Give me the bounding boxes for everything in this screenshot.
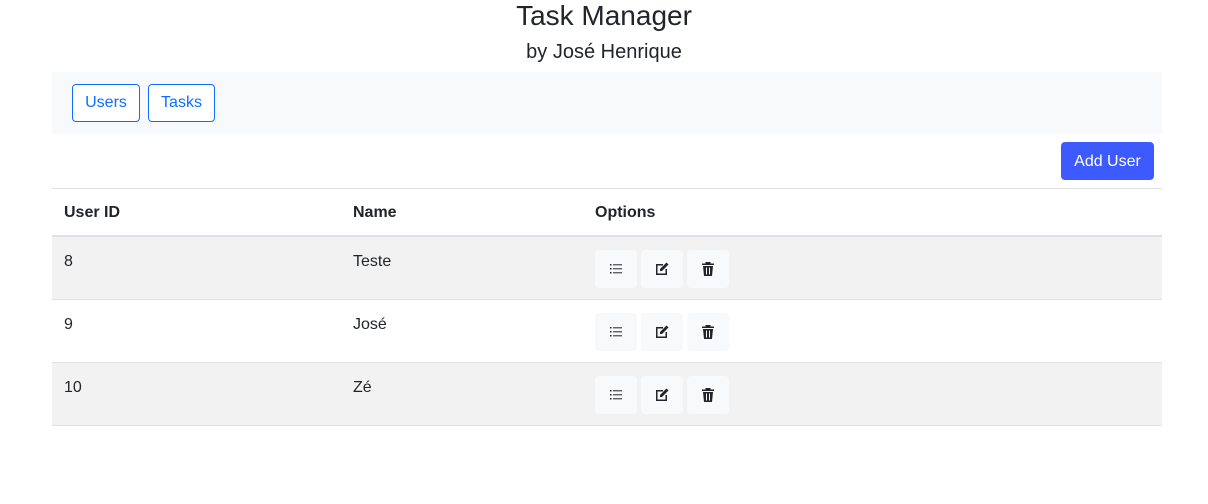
trash-icon: [700, 387, 716, 403]
view-tasks-button[interactable]: [595, 250, 637, 288]
page-subtitle: by José Henrique: [526, 41, 682, 63]
page-title: Task Manager: [516, 0, 692, 31]
edit-user-button[interactable]: [641, 376, 683, 414]
delete-user-button[interactable]: [687, 313, 729, 351]
user-name-cell: Teste: [353, 253, 392, 270]
user-name-cell: Zé: [353, 379, 372, 396]
user-id-cell: 8: [64, 253, 73, 270]
nav-bar: Users Tasks: [52, 72, 1162, 134]
edit-user-button[interactable]: [641, 250, 683, 288]
table-row: 8 Teste: [52, 237, 1162, 300]
list-icon: [609, 388, 623, 402]
edit-icon: [654, 261, 670, 277]
view-tasks-button[interactable]: [595, 313, 637, 351]
edit-icon: [654, 387, 670, 403]
table-header: User ID Name Options: [52, 188, 1162, 237]
user-name-cell: José: [353, 316, 387, 333]
table-row: 9 José: [52, 300, 1162, 363]
user-id-cell: 10: [64, 379, 82, 396]
delete-user-button[interactable]: [687, 250, 729, 288]
users-table: User ID Name Options 8 Teste 9 José 10 Z…: [52, 188, 1162, 426]
trash-icon: [700, 324, 716, 340]
trash-icon: [700, 261, 716, 277]
column-header-user-id: User ID: [64, 204, 121, 221]
column-header-options: Options: [595, 204, 656, 221]
add-user-button[interactable]: Add User: [1061, 142, 1154, 180]
view-tasks-button[interactable]: [595, 376, 637, 414]
users-nav-button[interactable]: Users: [72, 84, 140, 122]
edit-user-button[interactable]: [641, 313, 683, 351]
delete-user-button[interactable]: [687, 376, 729, 414]
table-row: 10 Zé: [52, 363, 1162, 426]
user-id-cell: 9: [64, 316, 73, 333]
edit-icon: [654, 324, 670, 340]
list-icon: [609, 325, 623, 339]
list-icon: [609, 262, 623, 276]
tasks-nav-button[interactable]: Tasks: [148, 84, 215, 122]
column-header-name: Name: [353, 204, 397, 221]
